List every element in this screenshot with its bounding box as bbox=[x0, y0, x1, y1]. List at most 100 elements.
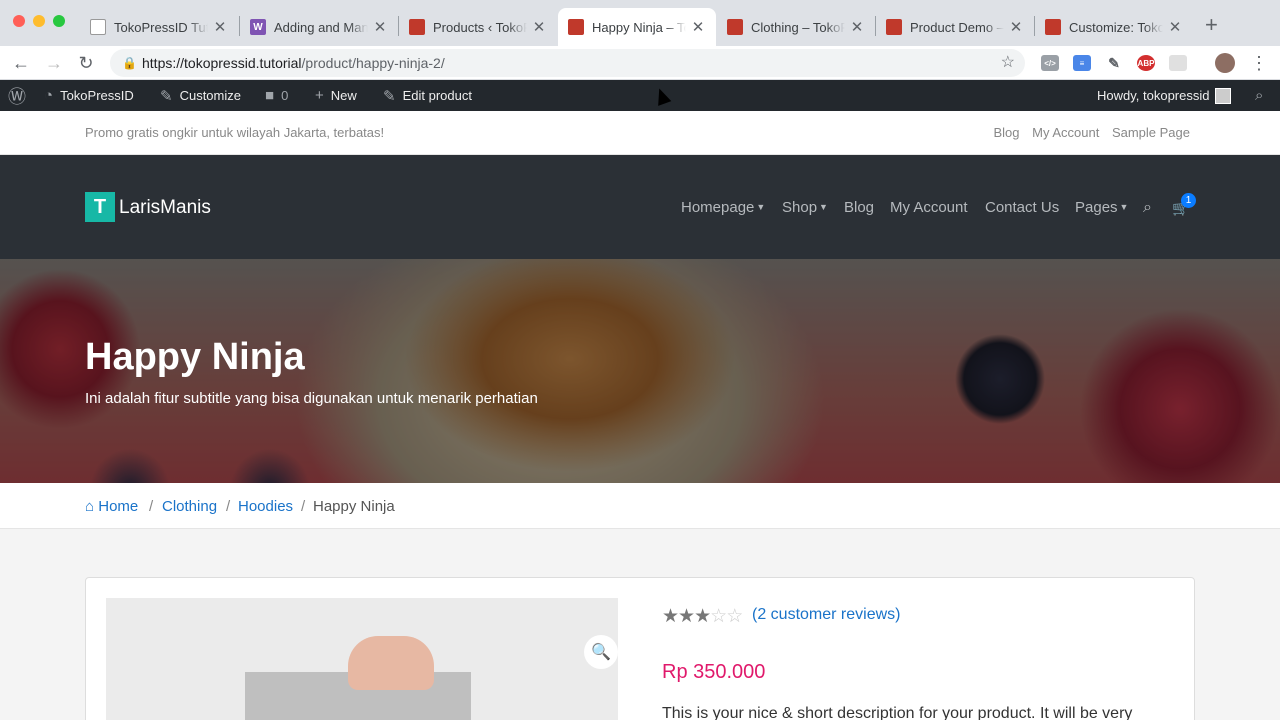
howdy-label: Howdy, tokopressid bbox=[1097, 88, 1210, 103]
browser-menu-icon[interactable]: ⋮ bbox=[1246, 50, 1272, 76]
top-links: Blog My Account Sample Page bbox=[984, 125, 1190, 140]
tab-title: Happy Ninja – TokoPressID bbox=[592, 19, 686, 35]
extension-icon[interactable]: ≡ bbox=[1073, 55, 1091, 71]
tab-title: Customize: TokoPressID bbox=[1069, 19, 1163, 35]
page-subtitle: Ini adalah fitur subtitle yang bisa digu… bbox=[85, 390, 538, 407]
product-price: Rp 350.000 bbox=[662, 661, 766, 683]
close-icon[interactable]: ✕ bbox=[1008, 18, 1024, 36]
browser-tab[interactable]: Products ‹ TokoPressID ✕ bbox=[399, 8, 557, 46]
zoom-icon[interactable]: 🔍 bbox=[584, 635, 618, 669]
pencil-icon: ✎ bbox=[383, 87, 396, 105]
comments-count: 0 bbox=[281, 88, 289, 103]
breadcrumb-hoodies[interactable]: Hoodies bbox=[238, 498, 293, 515]
caret-down-icon: ▼ bbox=[1119, 202, 1129, 212]
browser-tab-bar: TokoPressID Tutorial ✕ W Adding and Mana… bbox=[0, 0, 1280, 46]
tab-title: TokoPressID Tutorial bbox=[114, 19, 208, 35]
menu-blog[interactable]: Blog bbox=[844, 199, 874, 216]
caret-down-icon: ▼ bbox=[756, 202, 766, 212]
dashboard-icon: ◔ bbox=[44, 87, 54, 104]
browser-tab[interactable]: Clothing – TokoPressID ✕ bbox=[717, 8, 875, 46]
site-title[interactable]: LarisManis bbox=[119, 197, 211, 219]
tab-title: Product Demo – TokoPressID bbox=[910, 19, 1004, 35]
admin-new-link[interactable]: + New bbox=[315, 80, 357, 111]
star-empty-icon: ☆ bbox=[726, 606, 743, 627]
admin-search-icon[interactable]: ⌕ bbox=[1255, 80, 1270, 111]
brush-icon: ✎ bbox=[160, 87, 173, 105]
close-icon[interactable]: ✕ bbox=[690, 18, 706, 36]
browser-toolbar: ← → ↻ 🔒 https://tokopressid.tutorial/pro… bbox=[0, 46, 1280, 80]
new-tab-button[interactable]: + bbox=[1205, 12, 1218, 38]
promo-text: Promo gratis ongkir untuk wilayah Jakart… bbox=[85, 125, 385, 140]
star-filled-icon: ★ bbox=[662, 606, 679, 627]
close-icon[interactable]: ✕ bbox=[849, 18, 865, 36]
close-icon[interactable]: ✕ bbox=[1167, 18, 1183, 36]
adblock-icon[interactable]: ABP bbox=[1137, 55, 1155, 71]
wordpress-logo-icon[interactable]: Ⓦ bbox=[8, 80, 33, 111]
lock-icon: 🔒 bbox=[122, 56, 137, 70]
breadcrumb-current: Happy Ninja bbox=[313, 498, 395, 515]
menu-shop[interactable]: Shop ▼ bbox=[782, 199, 828, 216]
profile-avatar[interactable] bbox=[1215, 53, 1235, 73]
menu-pages[interactable]: Pages ▼ bbox=[1075, 199, 1128, 216]
top-link-sample-page[interactable]: Sample Page bbox=[1112, 125, 1190, 140]
tokopress-icon bbox=[727, 19, 743, 35]
minimize-window-button[interactable] bbox=[33, 15, 45, 27]
devtools-extension-icon[interactable]: </> bbox=[1041, 55, 1059, 71]
browser-tab[interactable]: W Adding and Managing Products ✕ bbox=[240, 8, 398, 46]
menu-my-account[interactable]: My Account bbox=[890, 199, 968, 216]
top-link-my-account[interactable]: My Account bbox=[1032, 125, 1099, 140]
bookmark-star-icon[interactable]: ☆ bbox=[1001, 49, 1015, 77]
menu-homepage[interactable]: Homepage ▼ bbox=[681, 199, 765, 216]
breadcrumb-clothing[interactable]: Clothing bbox=[162, 498, 217, 515]
admin-site-link[interactable]: ◔ TokoPressID bbox=[44, 80, 134, 111]
browser-tab-active[interactable]: Happy Ninja – TokoPressID ✕ bbox=[558, 8, 716, 46]
caret-down-icon: ▼ bbox=[819, 202, 828, 212]
top-bar: Promo gratis ongkir untuk wilayah Jakart… bbox=[0, 111, 1280, 155]
back-icon[interactable]: ← bbox=[8, 50, 34, 76]
admin-customize-link[interactable]: ✎ Customize bbox=[160, 80, 241, 111]
star-filled-icon: ★ bbox=[694, 606, 711, 627]
document-icon bbox=[90, 19, 106, 35]
breadcrumb-separator: / bbox=[301, 498, 306, 515]
breadcrumb: ⌂ Home / Clothing / Hoodies / Happy Ninj… bbox=[0, 483, 1280, 529]
site-logo[interactable]: T bbox=[85, 192, 115, 222]
close-window-button[interactable] bbox=[13, 15, 25, 27]
menu-contact-us[interactable]: Contact Us bbox=[985, 199, 1059, 216]
maximize-window-button[interactable] bbox=[53, 15, 65, 27]
admin-edit-product-link[interactable]: ✎ Edit product bbox=[383, 80, 472, 111]
star-empty-icon: ☆ bbox=[710, 606, 727, 627]
woocommerce-icon: W bbox=[250, 19, 266, 35]
top-link-blog[interactable]: Blog bbox=[993, 125, 1019, 140]
cloud-extension-icon[interactable] bbox=[1169, 55, 1187, 71]
product-image[interactable]: 🔍 bbox=[106, 598, 618, 720]
browser-tab[interactable]: Product Demo – TokoPressID ✕ bbox=[876, 8, 1034, 46]
breadcrumb-home[interactable]: ⌂ Home bbox=[85, 498, 138, 515]
close-icon[interactable]: ✕ bbox=[531, 18, 547, 36]
breadcrumb-separator: / bbox=[149, 498, 154, 515]
url-path: /product/happy-ninja-2/ bbox=[301, 55, 445, 71]
menu-label: Pages bbox=[1075, 199, 1118, 216]
search-icon[interactable]: ⌕ bbox=[1143, 199, 1152, 217]
admin-new-label: New bbox=[330, 88, 357, 103]
forward-icon[interactable]: → bbox=[41, 50, 67, 76]
wp-admin-bar: Ⓦ ◔ TokoPressID ✎ Customize ■ 0 + New ✎ Edit … bbox=[0, 80, 1280, 111]
close-icon[interactable]: ✕ bbox=[372, 18, 388, 36]
home-icon: ⌂ bbox=[85, 498, 95, 515]
star-filled-icon: ★ bbox=[678, 606, 695, 627]
admin-comments-link[interactable]: ■ 0 bbox=[265, 80, 288, 111]
avatar bbox=[1215, 87, 1232, 104]
admin-account-link[interactable]: Howdy, tokopressid bbox=[1097, 80, 1232, 111]
reload-icon[interactable]: ↻ bbox=[73, 50, 99, 76]
browser-tab[interactable]: Customize: TokoPressID ✕ bbox=[1035, 8, 1193, 46]
comment-icon: ■ bbox=[265, 87, 275, 104]
customer-reviews-link[interactable]: (2 customer reviews) bbox=[752, 606, 900, 624]
breadcrumb-home-label: Home bbox=[98, 498, 139, 515]
close-icon[interactable]: ✕ bbox=[212, 18, 228, 36]
address-bar[interactable]: 🔒 https://tokopressid.tutorial/product/h… bbox=[110, 49, 1025, 77]
star-rating: ★★★☆☆ bbox=[662, 605, 743, 628]
eyedropper-icon[interactable]: ✎ bbox=[1105, 55, 1123, 71]
browser-tab[interactable]: TokoPressID Tutorial ✕ bbox=[80, 8, 238, 46]
tab-title: Clothing – TokoPressID bbox=[751, 19, 845, 35]
tokopress-icon bbox=[568, 19, 584, 35]
cart-count-badge: 1 bbox=[1181, 193, 1196, 208]
